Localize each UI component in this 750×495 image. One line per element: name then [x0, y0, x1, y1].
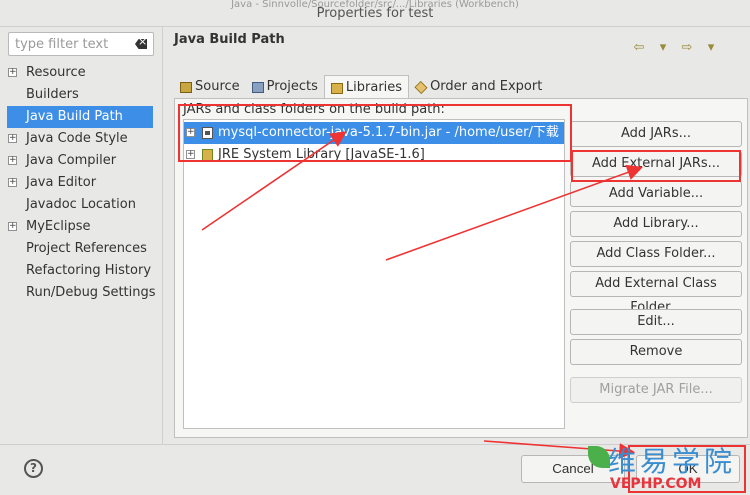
preference-tree: + Resource Builders Java Build Path + Java…	[0, 62, 162, 304]
watermark-cn: 维易学院	[608, 445, 737, 478]
nav-item-java-editor[interactable]: + Java Editor	[0, 172, 162, 194]
expand-icon[interactable]: +	[8, 178, 17, 187]
tab-label: Projects	[266, 79, 318, 94]
build-path-tree[interactable]: + mysql-connector-java-5.1.7-bin.jar - /…	[183, 119, 565, 429]
help-icon[interactable]: ?	[24, 459, 43, 478]
annotation-box-add-external-jars	[571, 150, 741, 182]
site-watermark: 维易学院 VEPHP.COM	[588, 440, 748, 495]
nav-item-java-compiler[interactable]: + Java Compiler	[0, 150, 162, 172]
expand-icon[interactable]: +	[8, 68, 17, 77]
tab-order-and-export[interactable]: Order and Export	[409, 75, 548, 99]
nav-item-java-code-style[interactable]: + Java Code Style	[0, 128, 162, 150]
nav-item-label: Java Editor	[26, 175, 97, 190]
tab-label: Source	[195, 79, 240, 94]
add-jars-button[interactable]: Add JARs...	[570, 121, 742, 147]
nav-item-label: Javadoc Location	[26, 197, 136, 212]
tab-label: Order and Export	[430, 79, 543, 94]
watermark-en: VEPHP.COM	[610, 476, 702, 492]
nav-item-label: Project References	[26, 241, 147, 256]
add-external-class-folder-button[interactable]: Add External Class Folder...	[570, 271, 742, 315]
tab-label: Libraries	[345, 80, 403, 95]
expand-icon[interactable]: +	[8, 134, 17, 143]
nav-item-refactoring-history[interactable]: Refactoring History	[0, 260, 162, 282]
clear-icon[interactable]	[135, 39, 147, 49]
migrate-jar-button[interactable]: Migrate JAR File...	[570, 377, 742, 403]
nav-item-label: Java Build Path	[26, 109, 123, 124]
nav-item-label: Run/Debug Settings	[26, 285, 156, 300]
nav-item-label: Java Code Style	[26, 131, 128, 146]
expand-icon[interactable]: +	[8, 222, 17, 231]
order-export-icon	[414, 80, 428, 94]
forward-menu-icon[interactable]: ▾	[704, 40, 718, 55]
panel-divider[interactable]	[162, 27, 163, 444]
tab-source[interactable]: Source	[174, 75, 246, 99]
filter-field[interactable]	[8, 32, 154, 56]
nav-item-java-build-path[interactable]: Java Build Path	[7, 106, 153, 128]
tab-projects[interactable]: Projects	[246, 75, 324, 99]
edit-button[interactable]: Edit...	[570, 309, 742, 335]
background-window-title: Java - Sinnvolle/Sourcefolder/src/.../Li…	[231, 0, 519, 10]
annotation-box-jar-list	[178, 104, 572, 162]
page-title: Java Build Path	[174, 32, 285, 47]
nav-item-javadoc-location[interactable]: Javadoc Location	[0, 194, 162, 216]
nav-item-label: Refactoring History	[26, 263, 152, 278]
tab-libraries[interactable]: Libraries	[323, 75, 410, 100]
nav-item-run-debug-settings[interactable]: Run/Debug Settings	[0, 282, 162, 304]
nav-item-label: Builders	[26, 87, 79, 102]
nav-item-resource[interactable]: + Resource	[0, 62, 162, 84]
remove-button[interactable]: Remove	[570, 339, 742, 365]
add-variable-button[interactable]: Add Variable...	[570, 181, 742, 207]
history-nav: ⇦ ▾ ⇨ ▾	[632, 40, 718, 55]
tab-bar: Source Projects Libraries Order and Expo…	[174, 75, 548, 100]
nav-item-label: MyEclipse	[26, 219, 91, 234]
projects-icon	[251, 81, 264, 93]
add-library-button[interactable]: Add Library...	[570, 211, 742, 237]
title-bar: Java - Sinnvolle/Sourcefolder/src/.../Li…	[0, 0, 750, 27]
nav-item-label: Resource	[26, 65, 86, 80]
add-class-folder-button[interactable]: Add Class Folder...	[570, 241, 742, 267]
leaf-logo-icon	[588, 446, 610, 468]
nav-item-myeclipse[interactable]: + MyEclipse	[0, 216, 162, 238]
filter-input[interactable]	[9, 33, 127, 55]
nav-item-builders[interactable]: Builders	[0, 84, 162, 106]
forward-arrow-icon[interactable]: ⇨	[680, 40, 694, 55]
nav-item-label: Java Compiler	[26, 153, 117, 168]
expand-icon[interactable]: +	[8, 156, 17, 165]
libraries-icon	[330, 82, 343, 94]
source-folder-icon	[180, 81, 192, 93]
back-menu-icon[interactable]: ▾	[656, 40, 670, 55]
back-arrow-icon[interactable]: ⇦	[632, 40, 646, 55]
nav-item-project-references[interactable]: Project References	[0, 238, 162, 260]
